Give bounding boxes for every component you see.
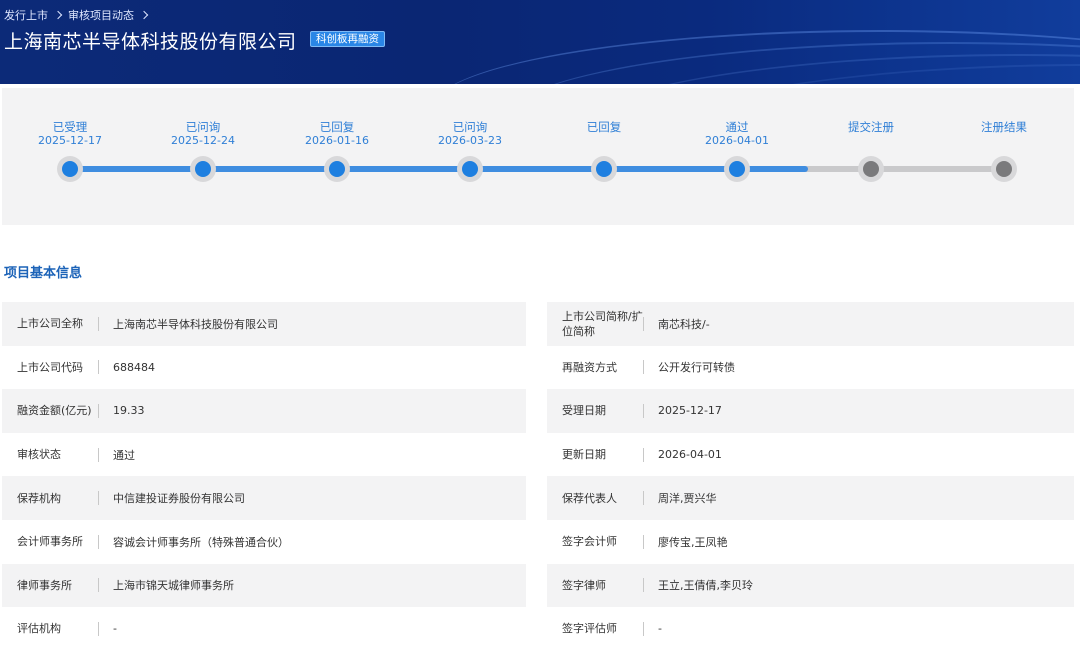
info-row: 再融资方式 公开发行可转债: [547, 346, 1074, 390]
step-dot-icon: [591, 156, 617, 182]
progress-step: 已问询 2025-12-24: [143, 120, 263, 182]
info-row: 受理日期 2025-12-17: [547, 389, 1074, 433]
step-dot-icon: [457, 156, 483, 182]
info-row: 上市公司代码 688484: [2, 346, 526, 390]
step-label: 通过: [725, 120, 749, 134]
info-value: -: [658, 622, 662, 636]
section-title: 项目基本信息: [4, 266, 83, 281]
info-label: 上市公司全称: [17, 317, 83, 331]
page-title: 上海南芯半导体科技股份有限公司: [4, 31, 297, 53]
step-dot-icon: [991, 156, 1017, 182]
info-row: 保荐机构 中信建投证券股份有限公司: [2, 476, 526, 520]
breadcrumb-item-listing[interactable]: 发行上市: [4, 7, 48, 23]
step-dot-icon: [57, 156, 83, 182]
step-date: [544, 134, 664, 148]
info-label: 保荐代表人: [562, 491, 617, 505]
info-row: 评估机构 -: [2, 607, 526, 651]
progress-step: 提交注册: [811, 120, 931, 182]
info-value: 19.33: [113, 404, 145, 418]
breadcrumb-item-review-projects[interactable]: 审核项目动态: [68, 7, 134, 23]
chevron-right-icon: [139, 10, 149, 20]
info-label: 上市公司代码: [17, 360, 83, 374]
step-date: 2026-03-23: [438, 134, 502, 147]
step-label: 注册结果: [981, 120, 1027, 134]
progress-step: 已回复: [544, 120, 664, 182]
info-value: 上海南芯半导体科技股份有限公司: [113, 317, 278, 331]
info-label: 签字评估师: [562, 622, 617, 636]
info-row: 签字会计师 廖传宝,王凤艳: [547, 520, 1074, 564]
step-date: 2025-12-17: [38, 134, 102, 147]
info-label: 律师事务所: [17, 578, 72, 592]
step-date: 2026-04-01: [705, 134, 769, 147]
info-value: 廖传宝,王凤艳: [658, 535, 728, 549]
step-label: 已回复: [586, 120, 622, 134]
info-row: 融资金额(亿元) 19.33: [2, 389, 526, 433]
step-dot-icon: [190, 156, 216, 182]
breadcrumb: 发行上市 审核项目动态: [4, 7, 154, 23]
progress-step: 已受理 2025-12-17: [10, 120, 130, 182]
review-progress: 已受理 2025-12-17 已问询 2025-12-24 已回复 2026-0…: [2, 88, 1074, 225]
step-date: [944, 134, 1064, 148]
info-row: 审核状态 通过: [2, 433, 526, 477]
info-row: 律师事务所 上海市锦天城律师事务所: [2, 563, 526, 608]
step-label: 已问询: [452, 120, 488, 134]
info-value: 中信建投证券股份有限公司: [113, 492, 245, 506]
info-label: 保荐机构: [17, 491, 61, 505]
info-row: 上市公司简称/扩位简称 南芯科技/-: [547, 302, 1074, 346]
step-dot-icon: [724, 156, 750, 182]
info-label: 会计师事务所: [17, 535, 83, 549]
info-value: 通过: [113, 448, 135, 462]
step-date: 2025-12-24: [171, 134, 235, 147]
info-label: 评估机构: [17, 622, 61, 636]
info-row: 签字评估师 -: [547, 607, 1074, 651]
progress-track-fill: [70, 166, 808, 172]
info-row: 更新日期 2026-04-01: [547, 433, 1074, 477]
progress-step: 通过 2026-04-01: [677, 120, 797, 182]
info-row: 保荐代表人 周洋,贾兴华: [547, 476, 1074, 520]
info-row: 会计师事务所 容诚会计师事务所（特殊普通合伙）: [2, 520, 526, 564]
board-badge: 科创板再融资: [310, 31, 385, 47]
info-label: 受理日期: [562, 404, 606, 418]
info-label: 更新日期: [562, 448, 606, 462]
info-column-left: 上市公司全称 上海南芯半导体科技股份有限公司 上市公司代码 688484 融资金…: [2, 302, 526, 651]
step-label: 已回复: [319, 120, 355, 134]
info-label: 再融资方式: [562, 360, 617, 374]
step-dot-icon: [324, 156, 350, 182]
info-value: 688484: [113, 360, 155, 374]
info-value: 2025-12-17: [658, 404, 722, 418]
info-label: 审核状态: [17, 448, 61, 462]
step-label: 已受理: [52, 120, 88, 134]
info-value: 周洋,贾兴华: [658, 492, 717, 506]
info-value: 南芯科技/-: [658, 317, 710, 331]
info-row: 签字律师 王立,王倩倩,李贝玲: [547, 563, 1074, 608]
info-label: 上市公司简称/扩位简称: [562, 309, 643, 338]
step-dot-icon: [858, 156, 884, 182]
info-label: 签字会计师: [562, 535, 617, 549]
info-value: 上海市锦天城律师事务所: [113, 579, 234, 593]
info-row: 上市公司全称 上海南芯半导体科技股份有限公司: [2, 302, 526, 346]
progress-step: 已回复 2026-01-16: [277, 120, 397, 182]
step-label: 提交注册: [848, 120, 894, 134]
step-label: 已问询: [185, 120, 221, 134]
info-value: -: [113, 622, 117, 636]
header-banner: 发行上市 审核项目动态 上海南芯半导体科技股份有限公司 科创板再融资: [0, 0, 1080, 84]
info-value: 公开发行可转债: [658, 361, 735, 375]
step-date: [811, 134, 931, 148]
info-value: 2026-04-01: [658, 448, 722, 462]
info-label: 融资金额(亿元): [17, 404, 92, 418]
info-label: 签字律师: [562, 578, 606, 592]
progress-step: 已问询 2026-03-23: [410, 120, 530, 182]
progress-step: 注册结果: [944, 120, 1064, 182]
info-column-right: 上市公司简称/扩位简称 南芯科技/- 再融资方式 公开发行可转债 受理日期 20…: [547, 302, 1074, 651]
chevron-right-icon: [53, 10, 63, 20]
step-date: 2026-01-16: [305, 134, 369, 147]
info-value: 容诚会计师事务所（特殊普通合伙）: [113, 535, 289, 549]
info-value: 王立,王倩倩,李贝玲: [658, 579, 753, 593]
